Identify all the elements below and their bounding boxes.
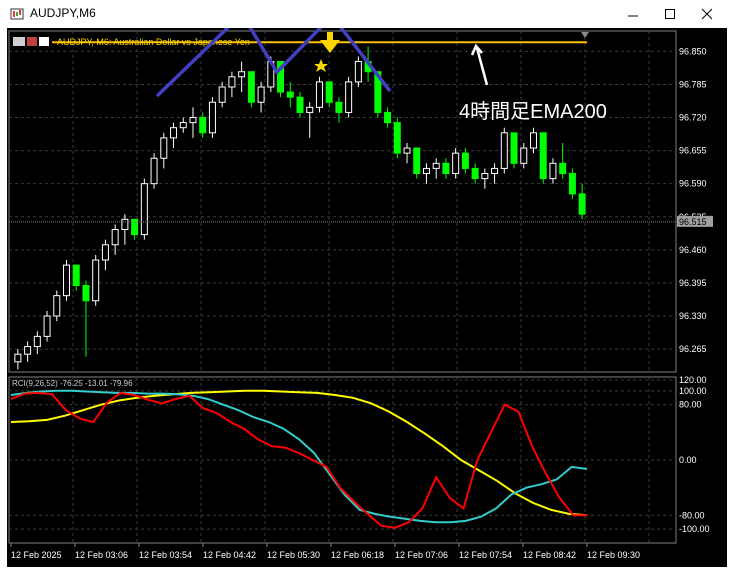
time-tick-label: 12 Feb 03:54 — [139, 550, 192, 560]
candle-body[interactable] — [121, 218, 129, 230]
candle-body[interactable] — [14, 353, 22, 363]
price-tick-label: 96.590 — [679, 179, 707, 189]
indicator-tick-label: 120.00 — [679, 375, 707, 385]
candle-body[interactable] — [140, 183, 148, 236]
candle-body[interactable] — [24, 346, 32, 355]
candle-body[interactable] — [101, 244, 109, 261]
chart-area[interactable]: 96.85096.78596.72096.65596.59096.52596.4… — [7, 11, 727, 567]
time-tick-label: 12 Feb 07:54 — [459, 550, 512, 560]
candle-body[interactable] — [286, 91, 294, 98]
candle-body[interactable] — [345, 81, 353, 113]
title-bar[interactable]: AUDJPY,M6 — [0, 0, 733, 28]
candle-body[interactable] — [111, 228, 119, 246]
candle-body[interactable] — [179, 122, 187, 129]
time-tick-label: 12 Feb 08:42 — [523, 550, 576, 560]
candle-body[interactable] — [500, 132, 508, 169]
indicator-tick-label: 80.00 — [679, 400, 702, 410]
minimize-icon — [628, 15, 638, 17]
candle-body[interactable] — [170, 127, 178, 139]
maximize-icon — [665, 9, 675, 19]
candle-body[interactable] — [218, 86, 226, 103]
candle-body[interactable] — [238, 71, 246, 78]
candle-body[interactable] — [422, 167, 430, 175]
indicator-tick-label: -80.00 — [679, 510, 705, 520]
candle-body[interactable] — [247, 71, 255, 103]
time-tick-label: 12 Feb 03:06 — [75, 550, 128, 560]
indicator-tick-label: 100.00 — [679, 386, 707, 396]
time-tick-label: 12 Feb 04:42 — [203, 550, 256, 560]
candle-body[interactable] — [520, 147, 528, 164]
candle-body[interactable] — [403, 147, 411, 154]
candle-body[interactable] — [53, 295, 61, 317]
close-icon — [701, 8, 713, 20]
time-tick-label: 12 Feb 07:06 — [395, 550, 448, 560]
price-tick-label: 96.330 — [679, 311, 707, 321]
candle-body[interactable] — [199, 117, 207, 134]
chart-canvas[interactable]: 96.85096.78596.72096.65596.59096.52596.4… — [7, 11, 727, 567]
candle-body[interactable] — [160, 137, 168, 159]
minimize-button[interactable] — [616, 0, 650, 28]
candle-body[interactable] — [510, 132, 518, 164]
candle-body[interactable] — [33, 335, 41, 348]
indicator-tick-label: 0.00 — [679, 455, 697, 465]
candle-body[interactable] — [432, 162, 440, 169]
time-tick-label: 12 Feb 06:18 — [331, 550, 384, 560]
indicator-label: RCI(9,26,52) -76.25 -13.01 -79.96 — [12, 379, 133, 388]
candle-body[interactable] — [384, 111, 392, 124]
candle-body[interactable] — [92, 259, 100, 302]
candle-body[interactable] — [354, 61, 362, 83]
candle-body[interactable] — [529, 132, 537, 149]
price-tick-label: 96.655 — [679, 146, 707, 156]
candle-body[interactable] — [335, 101, 343, 113]
chart-header-text: AUDJPY, M6: Australian Dollar vs Japanes… — [57, 37, 250, 47]
annotation-text: 4時間足EMA200 — [459, 100, 607, 123]
candle-body[interactable] — [393, 122, 401, 154]
candle-body[interactable] — [63, 264, 71, 297]
chart-window: AUDJPY,M6 96.850 96.785 96.720 96.655 96.590… — [0, 0, 733, 574]
candle-body[interactable] — [72, 264, 80, 286]
price-tick-label: 96.460 — [679, 245, 707, 255]
close-button[interactable] — [690, 0, 724, 28]
price-tick-label: 96.265 — [679, 344, 707, 354]
time-tick-label: 12 Feb 05:30 — [267, 550, 320, 560]
price-tick-label: 96.720 — [679, 113, 707, 123]
candle-body[interactable] — [325, 81, 333, 103]
maximize-button[interactable] — [653, 0, 687, 28]
candle-body[interactable] — [257, 86, 265, 103]
window-title: AUDJPY,M6 — [30, 6, 96, 20]
candle-body[interactable] — [481, 173, 489, 180]
candle-body[interactable] — [306, 106, 314, 113]
candle-body[interactable] — [413, 147, 421, 175]
candle-body[interactable] — [189, 117, 197, 124]
price-tick-label: 96.850 — [679, 46, 707, 56]
chart-header-icon-2 — [27, 37, 37, 46]
price-tick-label: 96.785 — [679, 79, 707, 89]
current-price-label: 96.515 — [679, 217, 707, 227]
chart-window-icon — [10, 8, 24, 20]
time-tick-label: 12 Feb 09:30 — [587, 550, 640, 560]
chart-header-icon-1 — [13, 37, 25, 46]
candle-body[interactable] — [568, 173, 576, 195]
candle-body[interactable] — [539, 132, 547, 180]
candle-body[interactable] — [315, 81, 323, 108]
candle-body[interactable] — [82, 284, 90, 302]
chart-header-icon-3 — [39, 37, 49, 46]
candle-body[interactable] — [559, 162, 567, 175]
price-tick-label: 96.395 — [679, 278, 707, 288]
candle-body[interactable] — [471, 167, 479, 180]
candle-body[interactable] — [228, 76, 236, 88]
candle-body[interactable] — [491, 167, 499, 175]
candle-body[interactable] — [296, 96, 304, 113]
candle-body[interactable] — [43, 315, 51, 337]
time-tick-label: 12 Feb 2025 — [11, 550, 62, 560]
candle-body[interactable] — [150, 157, 158, 185]
candle-body[interactable] — [131, 218, 139, 236]
candle-body[interactable] — [208, 101, 216, 134]
candle-body[interactable] — [452, 152, 460, 175]
candle-body[interactable] — [549, 162, 557, 180]
candle-body[interactable] — [461, 152, 469, 169]
indicator-tick-label: -100.00 — [679, 524, 710, 534]
candle-body[interactable] — [578, 193, 586, 215]
candle-body[interactable] — [442, 162, 450, 175]
